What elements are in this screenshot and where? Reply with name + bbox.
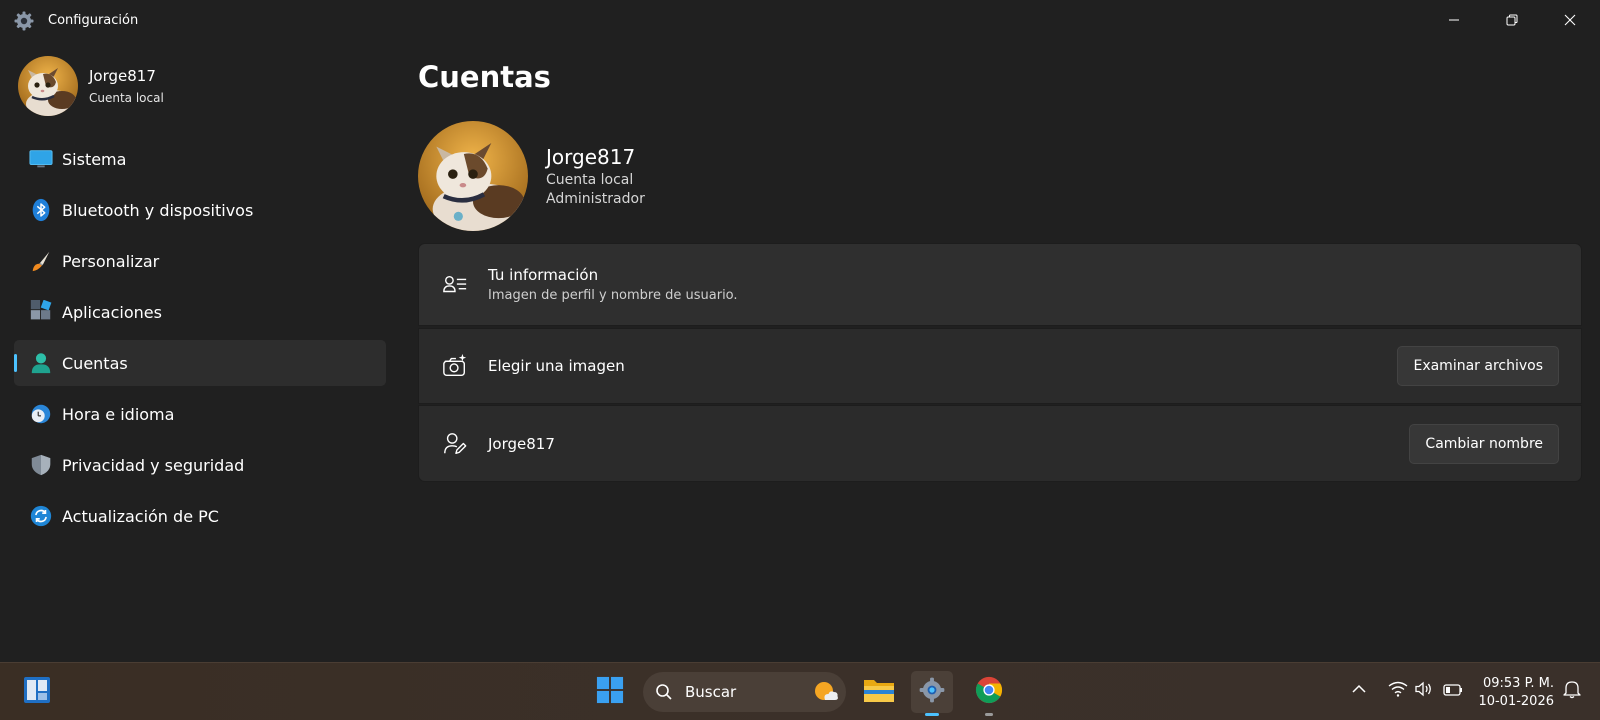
sidebar-item-label: Hora e idioma: [62, 404, 175, 424]
battery-button[interactable]: [1443, 681, 1463, 701]
sidebar-item-label: Actualización de PC: [62, 506, 219, 526]
card-title: Elegir una imagen: [488, 357, 625, 375]
sidebar-item-label: Sistema: [62, 149, 127, 169]
sidebar-item-actualizacion[interactable]: Actualización de PC: [14, 493, 386, 539]
update-icon: [28, 503, 54, 529]
window-title: Configuración: [48, 13, 139, 28]
minimize-icon: [1447, 12, 1461, 31]
minimize-button[interactable]: [1425, 0, 1483, 42]
account-header: Jorge817 Cuenta local Administrador: [418, 121, 645, 231]
person-details-icon: [441, 271, 469, 299]
widgets-icon: [22, 675, 52, 709]
running-indicator: [925, 713, 939, 716]
person-edit-icon: [441, 430, 469, 458]
windows-logo-icon: [596, 676, 624, 708]
chrome-button[interactable]: [968, 671, 1010, 716]
gear-icon: [14, 11, 34, 31]
wifi-button[interactable]: [1388, 681, 1408, 701]
sidebar-item-label: Privacidad y seguridad: [62, 455, 245, 475]
account-type: Cuenta local: [546, 172, 634, 188]
apps-icon: [28, 299, 54, 325]
battery-icon: [1443, 682, 1463, 701]
monitor-icon: [28, 146, 54, 172]
widgets-button[interactable]: [16, 671, 58, 713]
search-icon: [655, 683, 673, 705]
sidebar-item-aplicaciones[interactable]: Aplicaciones: [14, 289, 386, 335]
taskbar: Buscar 09:53 P. M. 10-01-2026: [0, 662, 1600, 720]
sidebar-profile[interactable]: Jorge817 Cuenta local: [18, 56, 164, 116]
sidebar-item-privacidad[interactable]: Privacidad y seguridad: [14, 442, 386, 488]
sidebar-user-name: Jorge817: [89, 67, 156, 85]
your-info-card[interactable]: Tu información Imagen de perfil y nombre…: [418, 243, 1582, 326]
notifications-button[interactable]: [1562, 681, 1582, 701]
sidebar-item-cuentas[interactable]: Cuentas: [14, 340, 386, 386]
volume-button[interactable]: [1414, 681, 1434, 701]
nav-list: Sistema Bluetooth y dispositivos Persona…: [14, 136, 386, 544]
weather-icon: [813, 680, 839, 708]
chevron-up-icon: [1351, 681, 1367, 701]
card-subtitle: Imagen de perfil y nombre de usuario.: [488, 288, 738, 303]
camera-sparkle-icon: [441, 352, 469, 380]
sidebar-item-label: Cuentas: [62, 353, 128, 373]
restore-icon: [1505, 12, 1519, 31]
person-icon: [28, 350, 54, 376]
choose-picture-card: Elegir una imagen Examinar archivos: [418, 328, 1582, 404]
sidebar-item-label: Personalizar: [62, 251, 160, 271]
taskbar-search[interactable]: Buscar: [643, 672, 846, 712]
close-button[interactable]: [1541, 0, 1599, 42]
settings-taskbar-button[interactable]: [911, 671, 953, 716]
sidebar-user-type: Cuenta local: [89, 91, 164, 105]
title-bar: Configuración: [0, 0, 1600, 42]
account-name: Jorge817: [546, 145, 636, 169]
card-title: Tu información: [488, 266, 599, 284]
chrome-icon: [975, 676, 1003, 708]
volume-icon: [1414, 681, 1434, 701]
rename-button[interactable]: Cambiar nombre: [1409, 423, 1559, 464]
sidebar: Jorge817 Cuenta local Sistema Bluetooth …: [0, 42, 400, 662]
sidebar-item-sistema[interactable]: Sistema: [14, 136, 386, 182]
bell-icon: [1563, 679, 1581, 703]
search-label: Buscar: [685, 683, 737, 701]
account-role: Administrador: [546, 191, 645, 207]
rename-card: Jorge817 Cambiar nombre: [418, 405, 1582, 482]
gear-icon: [919, 677, 945, 707]
show-hidden-icons-button[interactable]: [1349, 681, 1369, 701]
sidebar-item-label: Aplicaciones: [62, 302, 162, 322]
sidebar-item-bluetooth[interactable]: Bluetooth y dispositivos: [14, 187, 386, 233]
start-button[interactable]: [589, 671, 631, 713]
file-explorer-button[interactable]: [858, 671, 900, 713]
avatar: [418, 121, 528, 231]
clock-globe-icon: [28, 401, 54, 427]
card-title: Jorge817: [488, 434, 555, 453]
taskbar-clock[interactable]: 09:53 P. M. 10-01-2026: [1478, 675, 1554, 711]
sidebar-item-label: Bluetooth y dispositivos: [62, 200, 254, 220]
shield-icon: [28, 452, 54, 478]
folder-icon: [863, 676, 895, 708]
close-icon: [1563, 12, 1577, 31]
page-title: Cuentas: [418, 60, 551, 94]
restore-button[interactable]: [1483, 0, 1541, 42]
brush-icon: [28, 248, 54, 274]
running-indicator: [985, 713, 993, 716]
browse-files-button[interactable]: Examinar archivos: [1397, 346, 1559, 386]
bluetooth-icon: [28, 197, 54, 223]
clock-time: 09:53 P. M.: [1482, 676, 1554, 691]
sidebar-item-hora-idioma[interactable]: Hora e idioma: [14, 391, 386, 437]
sidebar-item-personalizar[interactable]: Personalizar: [14, 238, 386, 284]
clock-date: 10-01-2026: [1478, 694, 1554, 709]
avatar: [18, 56, 78, 116]
wifi-icon: [1388, 681, 1408, 701]
